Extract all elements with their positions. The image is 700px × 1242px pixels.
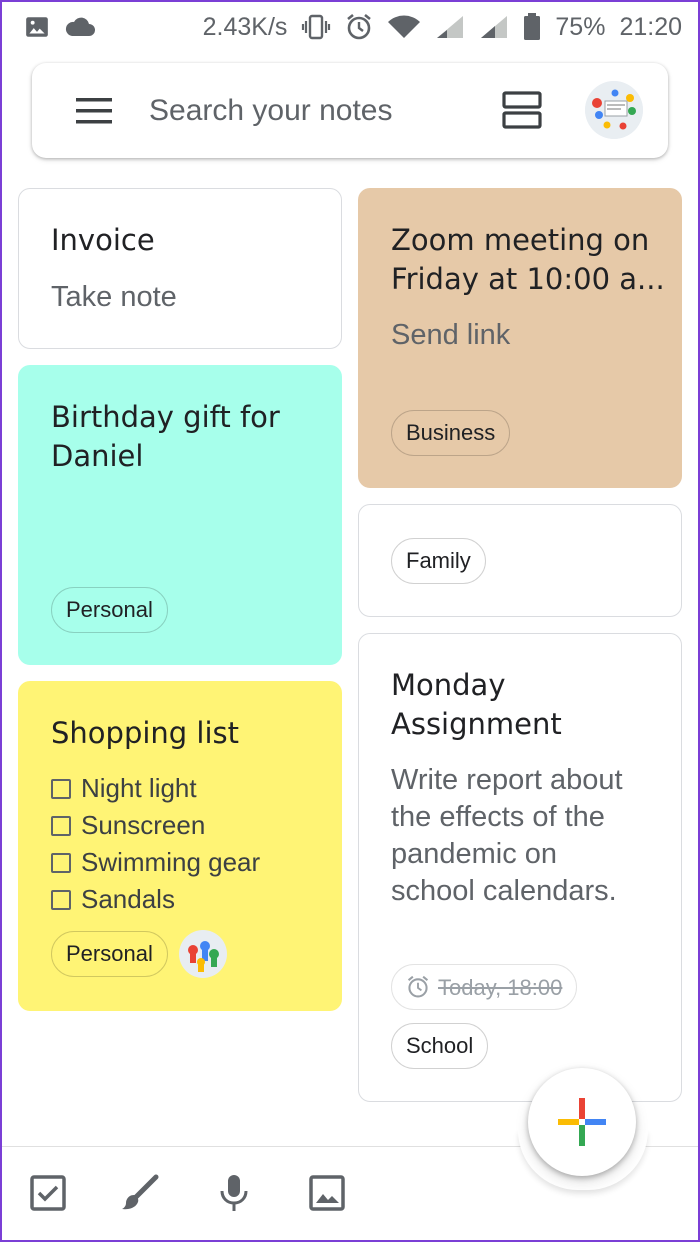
- search-input[interactable]: Search your notes: [149, 91, 392, 131]
- note-title-line-1: Birthday gift for: [51, 400, 280, 434]
- menu-icon[interactable]: [76, 96, 112, 126]
- account-avatar[interactable]: [585, 81, 643, 139]
- note-body: Send link: [391, 319, 511, 351]
- battery-icon: [524, 13, 541, 40]
- note-body-line: school calendars.: [391, 875, 617, 907]
- checkbox-icon[interactable]: [51, 852, 71, 873]
- alarm-icon: [347, 13, 372, 40]
- checkbox-icon[interactable]: [51, 889, 71, 910]
- checkbox-icon[interactable]: [28, 1173, 68, 1213]
- note-card-monday[interactable]: Monday Assignment Write report about the…: [358, 633, 682, 1102]
- note-card-zoom[interactable]: Zoom meeting on Friday at 10:00 a... Sen…: [358, 188, 682, 488]
- search-bar[interactable]: Search your notes: [32, 63, 668, 158]
- plus-icon: [558, 1098, 606, 1146]
- label-chip-personal[interactable]: Personal: [51, 931, 168, 977]
- note-title-line-1: Zoom meeting on: [391, 223, 650, 257]
- checkbox-icon[interactable]: [51, 815, 71, 836]
- note-title-line-1: Monday: [391, 668, 506, 702]
- brush-icon[interactable]: [120, 1173, 160, 1213]
- new-note-button[interactable]: [528, 1068, 636, 1176]
- checklist-item[interactable]: Swimming gear: [51, 844, 260, 881]
- note-card-birthday[interactable]: Birthday gift for Daniel Personal: [18, 365, 342, 665]
- label-chip-personal[interactable]: Personal: [51, 587, 168, 633]
- image-icon[interactable]: [307, 1173, 347, 1213]
- wifi-icon: [388, 15, 421, 38]
- checkbox-icon[interactable]: [51, 778, 71, 799]
- note-body: Write report about the effects of the pa…: [391, 762, 623, 910]
- note-card-invoice[interactable]: Invoice Take note: [18, 188, 342, 349]
- note-card-family[interactable]: Family: [358, 504, 682, 617]
- note-title: Invoice: [51, 223, 155, 257]
- checklist-item-text: Sandals: [81, 884, 175, 914]
- reminder-time: Today, 18:00: [438, 974, 563, 1000]
- checklist-item-text: Swimming gear: [81, 847, 261, 877]
- note-title-line-2: Friday at 10:00 a...: [391, 262, 665, 296]
- collaborator-avatar[interactable]: [179, 930, 227, 978]
- reminder-chip[interactable]: Today, 18:00: [391, 964, 578, 1010]
- note-body: Take note: [51, 281, 177, 313]
- note-card-shopping[interactable]: Shopping list Night light Sunscreen Swim…: [18, 681, 342, 1011]
- checklist-item[interactable]: Sandals: [51, 881, 260, 918]
- checklist-item[interactable]: Sunscreen: [51, 807, 260, 844]
- note-body-line: the effects of the: [391, 801, 605, 833]
- cloud-icon: [65, 17, 95, 36]
- checklist-item-text: Sunscreen: [81, 810, 206, 840]
- note-title-line-2: Daniel: [51, 439, 144, 473]
- status-bar: 2.43K/s 75% 21:20: [0, 0, 700, 54]
- signal-icon-1: [437, 16, 464, 38]
- mic-icon[interactable]: [214, 1173, 254, 1213]
- note-title: Shopping list: [51, 716, 240, 750]
- label-chip-school[interactable]: School: [391, 1023, 489, 1069]
- network-speed: 2.43K/s: [202, 12, 288, 41]
- gallery-notification-icon: [26, 17, 48, 37]
- checklist-item-text: Night light: [81, 773, 197, 803]
- list-view-icon[interactable]: [502, 91, 542, 129]
- clock: 21:20: [619, 12, 682, 41]
- checklist-item[interactable]: Night light: [51, 770, 260, 807]
- label-chip-business[interactable]: Business: [391, 410, 511, 456]
- checklist: Night light Sunscreen Swimming gear Sand…: [51, 770, 260, 918]
- note-body-line: pandemic on: [391, 838, 558, 870]
- battery-percent: 75%: [555, 12, 606, 41]
- vibrate-icon: [302, 14, 331, 40]
- signal-icon-2: [481, 16, 508, 38]
- note-body-line: Write report about: [391, 764, 623, 796]
- note-title-line-2: Assignment: [391, 707, 562, 741]
- label-chip-family[interactable]: Family: [391, 538, 486, 584]
- alarm-icon: [407, 975, 429, 998]
